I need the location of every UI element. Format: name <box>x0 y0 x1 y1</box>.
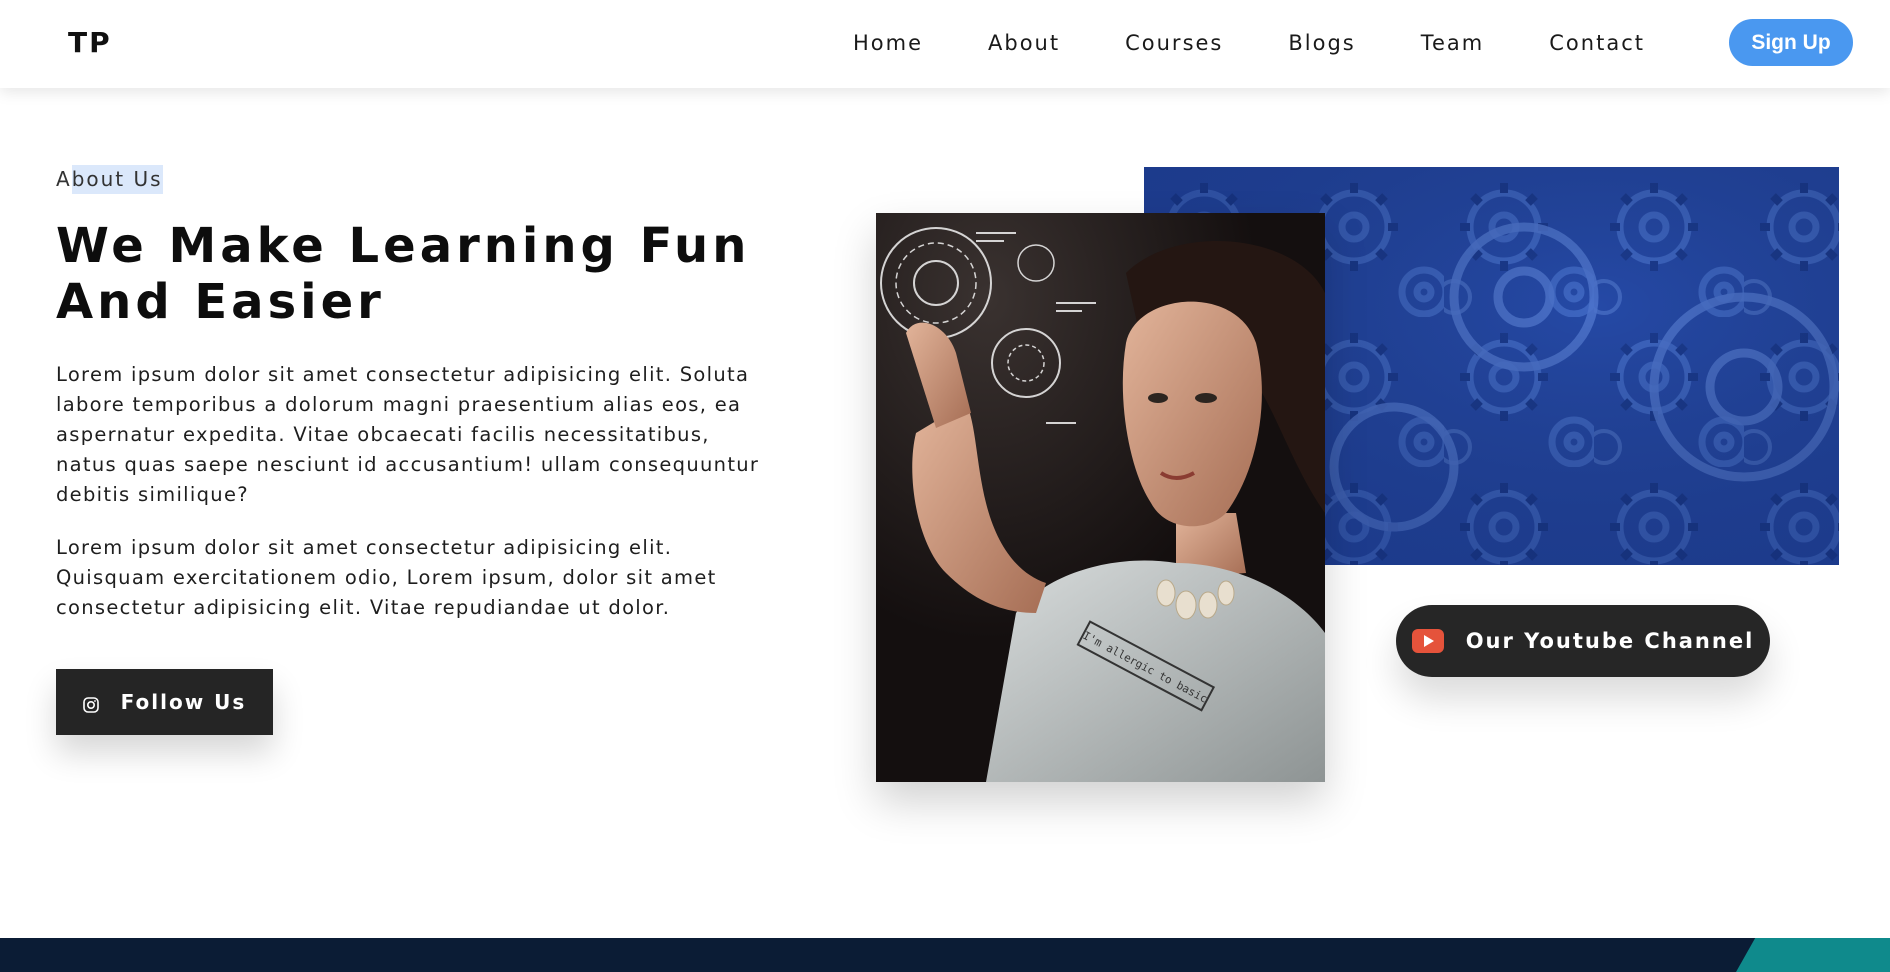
follow-us-label: Follow Us <box>120 690 247 714</box>
footer-band <box>0 938 1890 972</box>
intro-paragraph: Lorem ipsum dolor sit amet consectetur a… <box>56 363 760 506</box>
footer-accent-shape <box>1736 938 1890 972</box>
nav-home[interactable]: Home <box>853 31 923 55</box>
follow-us-button[interactable]: Follow Us <box>56 669 273 735</box>
instagram-icon <box>82 694 99 713</box>
title-line-1: We Make Learning Fun <box>56 218 751 274</box>
site-header: TP Home About Courses Blogs Team Contact… <box>0 0 1890 88</box>
secondary-paragraph: Lorem ipsum dolor sit amet consectetur a… <box>56 536 717 619</box>
nav-about[interactable]: About <box>988 31 1060 55</box>
nav-blogs[interactable]: Blogs <box>1288 31 1355 55</box>
site-logo[interactable]: TP <box>68 26 112 59</box>
youtube-channel-button[interactable]: Our Youtube Channel <box>1396 605 1770 677</box>
nav-contact[interactable]: Contact <box>1549 31 1645 55</box>
nav-courses[interactable]: Courses <box>1125 31 1223 55</box>
youtube-icon <box>1411 629 1444 653</box>
eyebrow-selected-text: bout Us <box>71 165 163 194</box>
nav-team[interactable]: Team <box>1421 31 1485 55</box>
student-portrait-image: I'm allergic to basic <box>876 213 1325 782</box>
page-title: We Make Learning Fun And Easier <box>56 218 756 330</box>
youtube-channel-label: Our Youtube Channel <box>1465 629 1755 653</box>
eyebrow-first-letter: A <box>56 167 72 191</box>
section-eyebrow: About Us <box>56 165 163 197</box>
main-nav: Home About Courses Blogs Team Contact <box>853 28 1645 58</box>
title-line-2: And Easier <box>56 274 385 330</box>
sign-up-button[interactable]: Sign Up <box>1729 19 1853 66</box>
